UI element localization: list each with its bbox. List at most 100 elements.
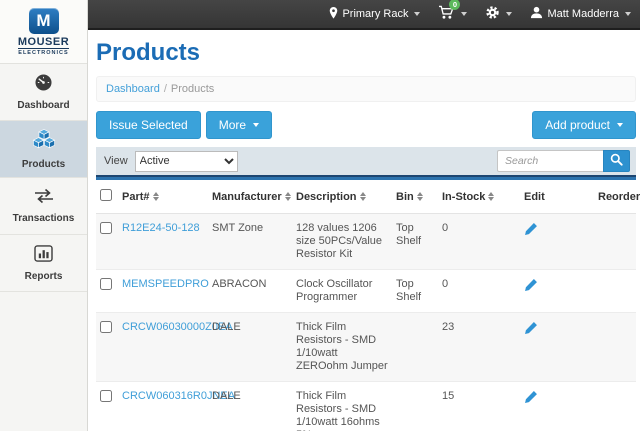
header-description[interactable]: Description: [292, 180, 392, 214]
mouser-logo-icon: M: [29, 8, 59, 34]
description-cell: Thick Film Resistors - SMD 1/10watt ZERO…: [292, 313, 392, 382]
bin-cell: [392, 313, 438, 382]
brand-subtitle: ELECTRONICS: [18, 48, 68, 56]
chevron-down-icon: [617, 123, 623, 127]
sort-icon: [285, 192, 292, 201]
reorder-cell: [594, 214, 636, 270]
sort-icon: [417, 192, 424, 201]
row-checkbox[interactable]: [100, 278, 112, 290]
more-button[interactable]: More: [206, 111, 272, 139]
header-bin-label: Bin: [396, 191, 414, 203]
bin-cell: [392, 382, 438, 431]
header-in-stock-label: In-Stock: [442, 191, 485, 203]
dashboard-gauge-icon: [34, 74, 53, 96]
manufacturer-cell: DALE: [208, 382, 292, 431]
description-cell: 128 values 1206 size 50PCs/Value Resisto…: [292, 214, 392, 270]
search-icon: [610, 153, 623, 169]
filter-bar: View Active: [96, 147, 636, 175]
sidebar-item-dashboard[interactable]: Dashboard: [0, 64, 87, 121]
edit-button[interactable]: [524, 390, 538, 407]
more-label: More: [219, 118, 246, 132]
header-edit-label: Edit: [524, 191, 545, 203]
chevron-down-icon: [625, 12, 631, 16]
chevron-down-icon: [414, 12, 420, 16]
main-content: Products Dashboard/Products Issue Select…: [88, 30, 640, 431]
search-group: [497, 150, 630, 172]
chevron-down-icon: [461, 12, 467, 16]
add-product-button[interactable]: Add product: [532, 111, 636, 139]
in-stock-cell: 23: [438, 313, 520, 382]
page-title: Products: [96, 39, 636, 67]
reorder-cell: [594, 270, 636, 313]
actions-row: Issue Selected More Add product: [96, 111, 636, 139]
sort-icon: [153, 192, 160, 201]
brand-logo[interactable]: M MOUSER ELECTRONICS: [0, 0, 87, 64]
pencil-icon: [524, 280, 538, 295]
header-manufacturer-label: Manufacturer: [212, 191, 282, 203]
products-cubes-icon: [32, 128, 56, 155]
description-cell: Clock Oscillator Programmer: [292, 270, 392, 313]
sidebar-item-label: Products: [22, 159, 65, 170]
map-pin-icon: [329, 7, 338, 22]
sidebar-item-reports[interactable]: Reports: [0, 235, 87, 292]
sidebar-item-label: Transactions: [13, 213, 75, 224]
header-description-label: Description: [296, 191, 357, 203]
manufacturer-cell: SMT Zone: [208, 214, 292, 270]
cart-dropdown[interactable]: 0: [429, 0, 476, 28]
manufacturer-cell: ABRACON: [208, 270, 292, 313]
header-part[interactable]: Part#: [118, 180, 208, 214]
header-manufacturer[interactable]: Manufacturer: [208, 180, 292, 214]
edit-button[interactable]: [524, 321, 538, 338]
search-button[interactable]: [603, 150, 630, 172]
view-select[interactable]: Active: [135, 151, 238, 172]
add-product-label: Add product: [545, 118, 610, 132]
breadcrumb-dashboard-link[interactable]: Dashboard: [106, 83, 160, 95]
part-link[interactable]: R12E24-50-128: [122, 222, 200, 234]
sidebar-item-label: Dashboard: [17, 100, 69, 111]
settings-dropdown[interactable]: [476, 0, 521, 28]
header-in-stock[interactable]: In-Stock: [438, 180, 520, 214]
sidebar-item-label: Reports: [25, 271, 63, 282]
location-dropdown[interactable]: Primary Rack: [320, 0, 429, 28]
issue-selected-label: Issue Selected: [109, 118, 188, 132]
sort-icon: [488, 192, 495, 201]
sidebar-item-products[interactable]: Products: [0, 121, 87, 178]
brand-name: MOUSER: [18, 37, 69, 47]
row-checkbox[interactable]: [100, 390, 112, 402]
table-row: R12E24-50-128 SMT Zone 128 values 1206 s…: [96, 214, 636, 270]
in-stock-cell: 15: [438, 382, 520, 431]
reorder-cell: [594, 382, 636, 431]
header-part-label: Part#: [122, 191, 150, 203]
app-window: Primary Rack 0 Matt Madderra M: [0, 0, 640, 431]
sidebar-item-transactions[interactable]: Transactions: [0, 178, 87, 235]
header-edit: Edit: [520, 180, 594, 214]
user-name: Matt Madderra: [547, 8, 619, 20]
breadcrumb: Dashboard/Products: [96, 76, 636, 102]
cart-badge: 0: [449, 0, 460, 10]
breadcrumb-separator: /: [164, 83, 167, 95]
table-row: CRCW060316R0JNEA DALE Thick Film Resisto…: [96, 382, 636, 431]
user-icon: [530, 6, 543, 22]
edit-button[interactable]: [524, 222, 538, 239]
edit-button[interactable]: [524, 278, 538, 295]
header-bin[interactable]: Bin: [392, 180, 438, 214]
products-table: Part# Manufacturer Description Bin In-St…: [96, 180, 636, 431]
row-checkbox[interactable]: [100, 222, 112, 234]
in-stock-cell: 0: [438, 270, 520, 313]
table-header-row: Part# Manufacturer Description Bin In-St…: [96, 180, 636, 214]
cart-icon: 0: [438, 5, 455, 23]
issue-selected-button[interactable]: Issue Selected: [96, 111, 201, 139]
sidebar: M MOUSER ELECTRONICS Dashboard Products: [0, 0, 88, 431]
header-reorder: Reorder: [594, 180, 636, 214]
in-stock-cell: 0: [438, 214, 520, 270]
view-label: View: [104, 155, 128, 167]
part-link[interactable]: MEMSPEEDPRO: [122, 278, 209, 290]
user-dropdown[interactable]: Matt Madderra: [521, 0, 640, 28]
chevron-down-icon: [253, 123, 259, 127]
search-input[interactable]: [497, 150, 603, 172]
row-checkbox[interactable]: [100, 321, 112, 333]
pencil-icon: [524, 323, 538, 338]
manufacturer-cell: DALE: [208, 313, 292, 382]
table-row: CRCW06030000Z0EA DALE Thick Film Resisto…: [96, 313, 636, 382]
select-all-checkbox[interactable]: [100, 189, 112, 201]
